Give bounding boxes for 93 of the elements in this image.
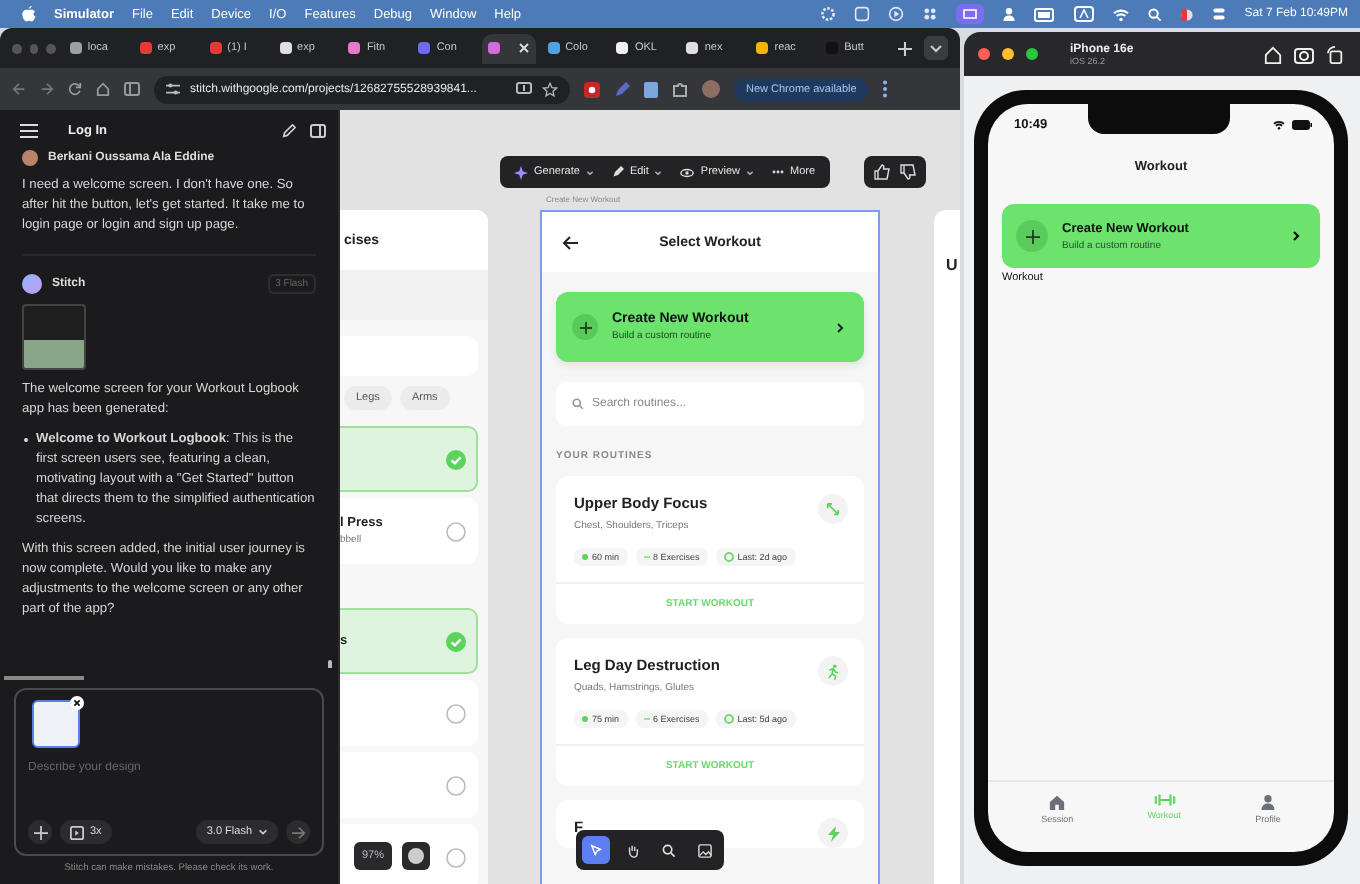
dot-icon xyxy=(582,716,588,722)
gear-icon[interactable] xyxy=(820,6,837,22)
image-icon xyxy=(697,843,711,857)
assistant-avatar-icon xyxy=(22,274,42,294)
cursor-icon xyxy=(589,843,603,857)
new-tab-icon[interactable] xyxy=(898,41,913,55)
ring-icon xyxy=(723,552,734,562)
pencil-icon[interactable] xyxy=(282,123,296,137)
dumbbell-icon xyxy=(1153,794,1176,806)
circle-icon xyxy=(408,848,424,864)
search-icon xyxy=(572,398,584,410)
thumbs-down-icon[interactable] xyxy=(900,164,916,180)
thumbs-up-icon[interactable] xyxy=(874,164,890,180)
windows-icon[interactable] xyxy=(956,4,985,24)
control-center-icon[interactable] xyxy=(1212,6,1227,22)
ring-icon xyxy=(723,714,734,724)
avatar[interactable] xyxy=(702,80,720,98)
tune-icon[interactable] xyxy=(166,82,180,96)
dash-icon xyxy=(643,718,650,720)
apple-logo-icon[interactable] xyxy=(22,6,36,22)
person-icon[interactable] xyxy=(1002,6,1017,22)
install-icon[interactable] xyxy=(516,82,532,96)
plus-icon xyxy=(33,825,47,839)
keyboard-input-icon[interactable] xyxy=(1074,6,1095,22)
attachment-thumbnail[interactable] xyxy=(32,700,80,748)
dash-icon xyxy=(643,556,650,558)
notch xyxy=(1088,104,1230,134)
add-button[interactable] xyxy=(28,820,52,844)
person-icon xyxy=(1260,794,1276,810)
rotate-icon[interactable] xyxy=(1326,45,1344,63)
avatar xyxy=(22,150,38,166)
eye-icon xyxy=(680,167,695,177)
close-icon[interactable] xyxy=(70,696,84,710)
radio-circle-icon[interactable] xyxy=(446,847,466,867)
wifi-icon xyxy=(1272,119,1286,129)
menu-icon[interactable] xyxy=(20,123,38,137)
close-window-icon[interactable] xyxy=(978,48,990,60)
minimize-window-icon[interactable] xyxy=(1002,48,1014,60)
chevron-right-icon xyxy=(1292,230,1300,242)
expand-arrows-icon xyxy=(826,502,840,516)
chevron-down-icon[interactable] xyxy=(924,36,949,60)
caret-icon xyxy=(654,169,663,175)
frame-title: U xyxy=(946,256,960,274)
hand-icon xyxy=(625,843,639,857)
pencil-icon xyxy=(611,166,624,178)
star-icon[interactable] xyxy=(542,81,558,97)
running-person-icon xyxy=(826,663,840,679)
back-arrow-icon[interactable] xyxy=(562,235,578,249)
send-button[interactable] xyxy=(286,820,310,844)
battery-icon[interactable] xyxy=(1034,7,1057,21)
checkmark-icon[interactable] xyxy=(446,631,466,651)
grid-icon[interactable] xyxy=(922,6,939,22)
chevron-right-icon xyxy=(836,321,844,333)
square-icon[interactable] xyxy=(854,6,871,22)
search-icon xyxy=(661,843,675,857)
wifi-icon[interactable] xyxy=(1112,7,1131,21)
screen-thumbnail[interactable] xyxy=(22,304,86,370)
progress-line xyxy=(4,676,84,680)
search-field xyxy=(340,336,478,376)
checkmark-icon[interactable] xyxy=(446,449,466,469)
theme-toggle-button[interactable] xyxy=(402,842,430,870)
battery-icon xyxy=(1292,119,1312,129)
select-tool[interactable] xyxy=(582,836,610,864)
lightning-bolt-icon xyxy=(827,825,839,841)
plus-icon xyxy=(572,314,598,340)
arrow-right-icon xyxy=(291,825,305,839)
extension-icon[interactable] xyxy=(584,81,600,97)
kebab-menu-icon[interactable] xyxy=(882,80,889,98)
play-circle-icon[interactable] xyxy=(888,6,905,22)
flag-icon[interactable] xyxy=(1180,7,1195,21)
caret-icon xyxy=(258,828,268,836)
reload-icon[interactable] xyxy=(68,82,82,96)
radio-circle-icon[interactable] xyxy=(446,521,466,541)
puzzle-icon[interactable] xyxy=(672,81,688,97)
screenshot-icon[interactable] xyxy=(1294,45,1314,63)
clipboard-icon[interactable] xyxy=(644,81,658,97)
plus-icon xyxy=(1016,220,1048,252)
design-frame[interactable]: U xyxy=(934,210,960,884)
design-frame[interactable] xyxy=(540,210,880,884)
home-icon xyxy=(1048,794,1067,810)
search-icon[interactable] xyxy=(1148,7,1163,21)
radio-circle-icon[interactable] xyxy=(446,703,466,723)
dot-icon xyxy=(582,554,588,560)
sidebar-icon[interactable] xyxy=(310,123,326,137)
pen-icon[interactable] xyxy=(614,81,630,97)
sparkle-icon xyxy=(514,165,528,179)
radio-circle-icon[interactable] xyxy=(446,775,466,795)
play-square-icon xyxy=(70,825,84,839)
caret-icon xyxy=(585,169,594,175)
zoom-window-icon[interactable] xyxy=(1026,48,1038,60)
browser-tab[interactable] xyxy=(482,33,536,63)
forward-arrow-icon[interactable] xyxy=(40,82,54,96)
caret-icon xyxy=(745,169,754,175)
